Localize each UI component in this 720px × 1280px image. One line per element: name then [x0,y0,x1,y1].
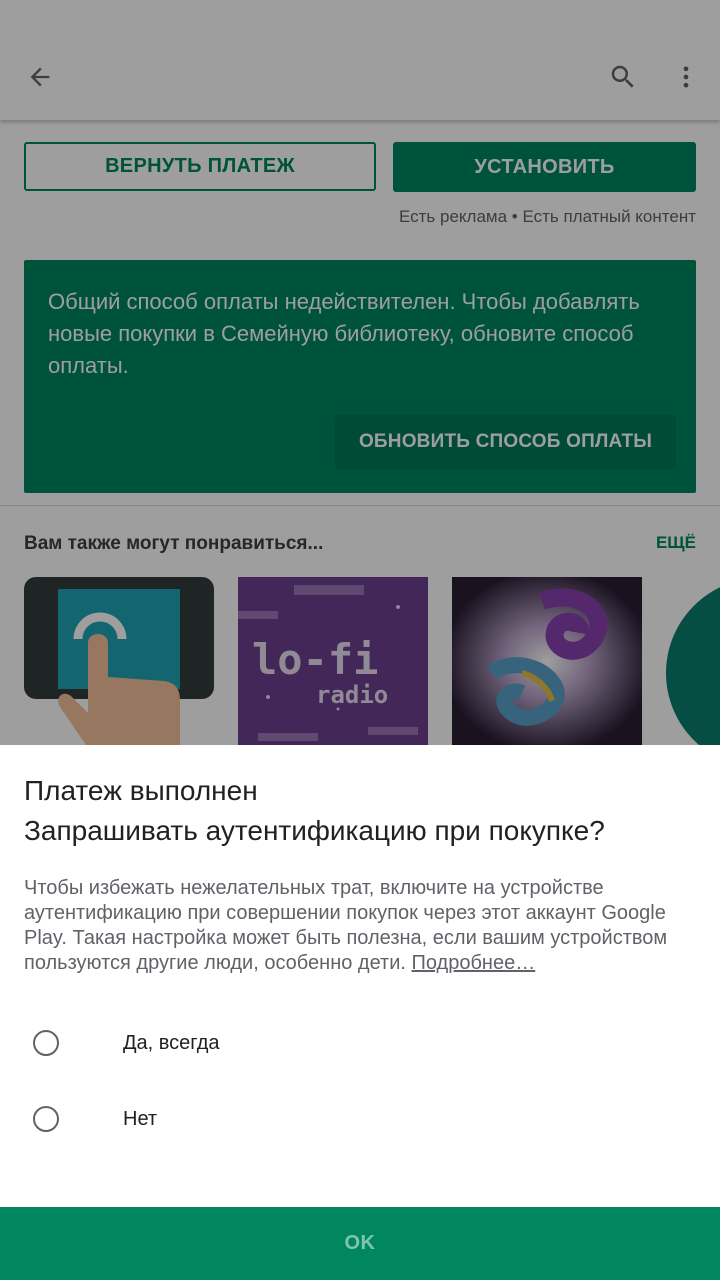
sheet-body: Чтобы избежать нежелательных трат, включ… [24,876,696,976]
ok-button-label: OK [344,1232,376,1254]
sheet-title-auth-question: Запрашивать аутентификацию при покупке? [24,815,605,846]
purchase-auth-sheet: Платеж выполнен Запрашивать аутентификац… [0,745,720,1280]
learn-more-link[interactable]: Подробнее… [412,952,536,974]
radio-button[interactable] [33,1106,59,1132]
option-label: Да, всегда [123,1032,220,1054]
option-never[interactable]: Нет [0,1089,720,1153]
option-always[interactable]: Да, всегда [0,1013,720,1077]
sheet-title-payment-done: Платеж выполнен [24,775,258,806]
ok-button[interactable]: OK [0,1207,720,1280]
sheet-body-text: Чтобы избежать нежелательных трат, включ… [24,877,668,974]
option-label: Нет [123,1108,158,1130]
radio-button[interactable] [33,1030,59,1056]
dialog-scrim[interactable] [0,0,720,745]
